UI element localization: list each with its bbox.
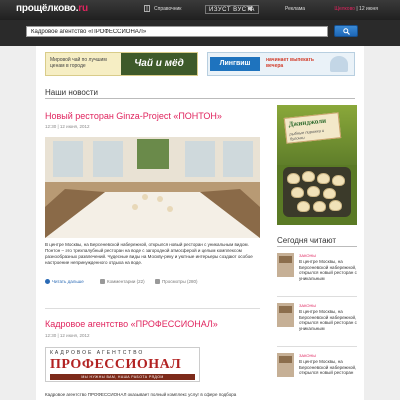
- header-date: | 12 июня: [356, 6, 378, 12]
- pencil-icon: [100, 279, 105, 284]
- section-divider: [45, 98, 355, 99]
- sidebar-news-item[interactable]: ЗАКОНЫ В центре Москвы, на Берсеневской …: [277, 353, 357, 393]
- nav-ads-link[interactable]: Реклама: [285, 6, 305, 12]
- news-text: В центре Москвы, на Берсеневской набереж…: [299, 309, 357, 331]
- article-text: Кадровое агентство ПРОФЕССИОНАЛ оказывае…: [45, 392, 237, 397]
- article-date: 12:30 | 12 июня, 2012: [45, 333, 90, 338]
- sidebar-item-divider: [277, 346, 357, 347]
- lingvish-brand: Лингвиш: [210, 57, 260, 71]
- news-text: В центре Москвы, на Берсеневской набереж…: [299, 359, 357, 375]
- article-date: 12:30 | 12 июня, 2012: [45, 124, 90, 129]
- sidebar-news-item[interactable]: ЗАКОНЫ В центре Москвы, на Берсеневской …: [277, 253, 357, 293]
- sidebar-news-item[interactable]: ЗАКОНЫ В центре Москвы, на Берсеневской …: [277, 303, 357, 343]
- ad-plate-image: [283, 167, 351, 217]
- site-logo[interactable]: прощёлково.ru: [16, 3, 88, 14]
- megaphone-icon: [248, 5, 252, 12]
- sidebar-item-divider: [277, 296, 357, 297]
- eye-icon: [155, 279, 160, 284]
- search-icon: [343, 28, 350, 35]
- search-button[interactable]: [334, 25, 358, 37]
- city-date[interactable]: Щелково | 12 июня: [334, 6, 378, 12]
- news-text: В центре Москвы, на Берсеневской набереж…: [299, 259, 357, 281]
- news-category: ЗАКОНЫ: [299, 303, 316, 308]
- agency-logo[interactable]: КАДРОВОЕ АГЕНТСТВО ПРОФЕССИОНАЛ МЫ НУЖНЫ…: [45, 347, 200, 382]
- news-thumbnail: [277, 353, 294, 377]
- read-more-link[interactable]: Читать дальше: [45, 279, 84, 284]
- article-title[interactable]: Кадровое агентство «ПРОФЕССИОНАЛ»: [45, 319, 218, 329]
- agency-logo-slogan: МЫ НУЖНЫ ВАМ, НАША РАБОТА РЯДОМ: [50, 374, 195, 380]
- agency-logo-top: КАДРОВОЕ АГЕНТСТВО: [50, 350, 145, 356]
- article-divider: [45, 308, 260, 309]
- views-count: Просмотры (280): [155, 279, 198, 284]
- article-text: В центре Москвы, на Берсеневской набереж…: [45, 242, 253, 265]
- news-thumbnail: [277, 253, 294, 277]
- arrow-icon: [45, 279, 50, 284]
- section-title: Наши новости: [45, 88, 98, 97]
- tea-banner-brand: Чай и мёд: [121, 53, 197, 75]
- city-link[interactable]: Щелково: [334, 6, 355, 12]
- comments-link[interactable]: Комментарии (22): [100, 279, 145, 284]
- lingvish-banner-image: [330, 56, 348, 72]
- sidebar-ad[interactable]: Джинджоли рыбные пирожки и булочки: [277, 105, 357, 225]
- book-icon: [144, 5, 150, 12]
- nav-reference-link[interactable]: Справочник: [154, 6, 182, 12]
- search-input[interactable]: [26, 26, 328, 37]
- agency-logo-name: ПРОФЕССИОНАЛ: [50, 357, 182, 372]
- lingvish-banner-text: начинает выпекать вечера: [266, 57, 314, 69]
- restaurant-photo[interactable]: [45, 137, 260, 238]
- lingvish-banner[interactable]: Лингвиш начинает выпекать вечера: [207, 52, 355, 76]
- news-thumbnail: [277, 303, 294, 327]
- tea-honey-banner[interactable]: Мировой чай по лучшим ценам в городе Чай…: [45, 52, 198, 76]
- sidebar-reading-title: Сегодня читают: [277, 236, 337, 245]
- news-category: ЗАКОНЫ: [299, 253, 316, 258]
- ad-title: Джинджоли: [288, 116, 327, 129]
- news-category: ЗАКОНЫ: [299, 353, 316, 358]
- article-title[interactable]: Новый ресторан Ginza-Project «ПОНТОН»: [45, 111, 222, 121]
- tea-banner-text: Мировой чай по лучшим ценам в городе: [50, 57, 107, 69]
- sidebar-divider: [277, 246, 357, 247]
